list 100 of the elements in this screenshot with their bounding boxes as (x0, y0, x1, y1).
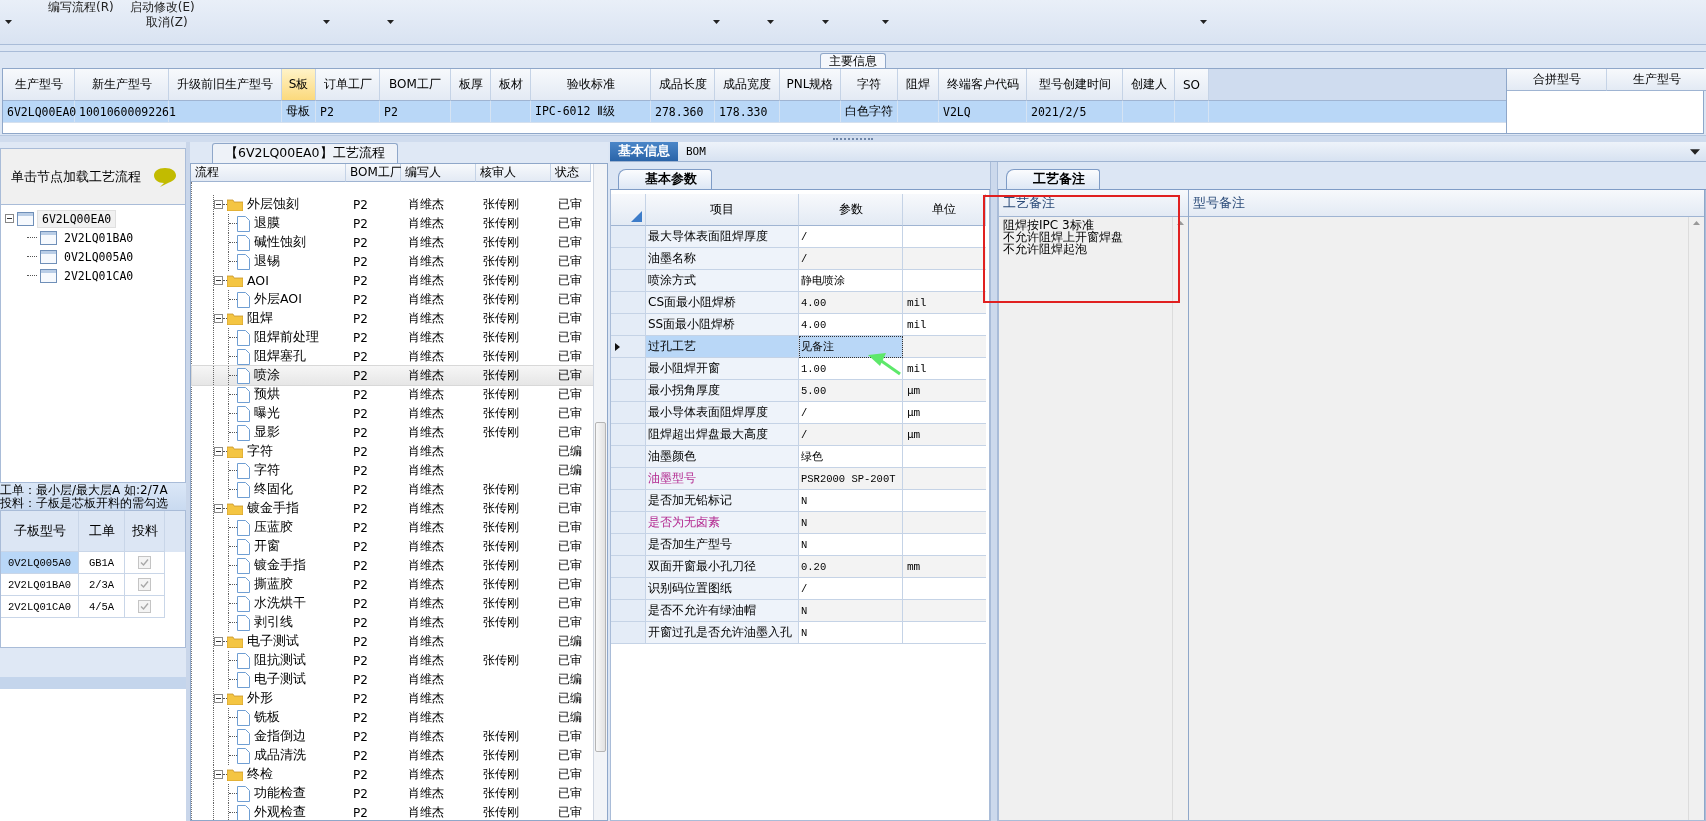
table-row[interactable]: 是否为无卤素 N (611, 512, 989, 534)
tree-row[interactable]: 功能检查 P2 肖维杰 张传刚 已审 (192, 784, 593, 803)
column-header[interactable]: 字符 (841, 69, 898, 101)
table-cell[interactable]: / (799, 424, 903, 446)
table-cell[interactable]: 2V2LQ01CA0 (1, 596, 79, 618)
tree-row[interactable]: 外观检查 P2 肖维杰 张传刚 已审 (192, 803, 593, 820)
table-row[interactable]: 最小导体表面阻焊厚度 / μm (611, 402, 989, 424)
collapse-icon[interactable] (214, 314, 223, 323)
tree-row[interactable]: 压蓝胶 P2 肖维杰 张传刚 已审 (192, 518, 593, 537)
table-cell[interactable]: / (799, 578, 903, 600)
tree-row[interactable]: AOI P2 肖维杰 张传刚 已审 (192, 271, 593, 290)
panel-tab[interactable]: 工艺备注 (1006, 169, 1100, 189)
table-row[interactable]: 是否加生产型号 N (611, 534, 989, 556)
panel-tab[interactable]: 【6V2LQ00EA0】工艺流程 (212, 143, 398, 163)
collapse-icon[interactable] (5, 214, 14, 223)
column-header[interactable]: 单位 (903, 194, 986, 226)
tree-row[interactable]: 镀金手指 P2 肖维杰 张传刚 已审 (192, 499, 593, 518)
table-row[interactable]: 6V2LQ00EA0 10010600092261 母板 P2 P2 IPC-6012 Ⅱ级 278.360 178.330 白色字符 V2LQ 2021/2/5 (3, 101, 1506, 123)
column-header[interactable]: S板 (282, 69, 316, 101)
checkbox[interactable] (138, 600, 151, 613)
tree-row[interactable]: 外层AOI P2 肖维杰 张传刚 已审 (192, 290, 593, 309)
table-row[interactable]: 最大导体表面阻焊厚度 / (611, 226, 989, 248)
tree-node[interactable]: 6V2LQ00EA0 (37, 209, 117, 228)
menu-item[interactable]: 启动修改(E) (129, 0, 195, 14)
column-header[interactable]: 生产型号 (3, 69, 75, 101)
tree-row[interactable]: 终固化 P2 肖维杰 张传刚 已审 (192, 480, 593, 499)
column-header[interactable]: 成品宽度 (715, 69, 780, 101)
column-header[interactable]: 参数 (799, 194, 903, 226)
table-cell[interactable]: N (799, 622, 903, 644)
tree-node[interactable]: 0V2LQ005A0 (60, 248, 138, 265)
tree-row[interactable]: 外形 P2 肖维杰 已编 (192, 689, 593, 708)
tree-row[interactable]: 阻焊前处理 P2 肖维杰 张传刚 已审 (192, 328, 593, 347)
table-cell[interactable]: 绿色 (799, 446, 903, 468)
collapse-icon[interactable] (214, 637, 223, 646)
table-row[interactable]: 识别码位置图纸 / (611, 578, 989, 600)
table-cell[interactable]: / (799, 402, 903, 424)
table-row[interactable]: 是否不允许有绿油帽 N (611, 600, 989, 622)
caret-icon[interactable] (822, 20, 829, 24)
column-header[interactable]: SO (1175, 69, 1209, 101)
collapse-icon[interactable] (214, 447, 223, 456)
table-cell[interactable]: / (799, 226, 903, 248)
caret-icon[interactable] (1690, 148, 1700, 155)
table-cell[interactable]: 5.00 (799, 380, 903, 402)
tree-row[interactable]: 退锡 P2 肖维杰 张传刚 已审 (192, 252, 593, 271)
table-cell[interactable]: N (799, 534, 903, 556)
tree-row[interactable]: 碱性蚀刻 P2 肖维杰 张传刚 已审 (192, 233, 593, 252)
table-cell[interactable]: 0V2LQ005A0 (1, 552, 79, 574)
tree-row[interactable]: 电子测试 P2 肖维杰 已编 (192, 632, 593, 651)
table-cell[interactable]: 4.00 (799, 292, 903, 314)
collapse-icon[interactable] (214, 770, 223, 779)
table-row[interactable]: CS面最小阻焊桥 4.00 mil (611, 292, 989, 314)
table-row[interactable]: 油墨型号 PSR2000 SP-200T (611, 468, 989, 490)
tree-row[interactable]: 铣板 P2 肖维杰 已编 (192, 708, 593, 727)
table-row[interactable]: 开窗过孔是否允许油墨入孔 N (611, 622, 989, 644)
tree-row[interactable]: 阻焊 P2 肖维杰 张传刚 已审 (192, 309, 593, 328)
table-row[interactable]: 是否加无铅标记 N (611, 490, 989, 512)
table-row[interactable]: 油墨颜色 绿色 (611, 446, 989, 468)
tree-row[interactable]: 预烘 P2 肖维杰 张传刚 已审 (192, 385, 593, 404)
column-header[interactable]: 流程 (191, 164, 346, 182)
column-header[interactable]: BOM工厂 (380, 69, 451, 101)
menu-item[interactable]: 编写流程(R) (48, 0, 114, 14)
panel-tab[interactable]: 基本参数 (618, 169, 712, 189)
collapse-icon[interactable] (214, 276, 223, 285)
column-header[interactable]: 项目 (646, 194, 799, 226)
table-cell[interactable]: 2V2LQ01BA0 (1, 574, 79, 596)
caret-icon[interactable] (5, 20, 12, 24)
caret-icon[interactable] (713, 20, 720, 24)
tree-row[interactable]: 开窗 P2 肖维杰 张传刚 已审 (192, 537, 593, 556)
column-header[interactable]: 状态 (551, 164, 591, 182)
column-header[interactable]: 工单 (79, 511, 125, 552)
tree-row[interactable]: 终检 P2 肖维杰 张传刚 已审 (192, 765, 593, 784)
tree-row[interactable]: 撕蓝胶 P2 肖维杰 张传刚 已审 (192, 575, 593, 594)
table-cell[interactable]: 见备注 (799, 336, 903, 358)
table-row[interactable]: 油墨名称 / (611, 248, 989, 270)
column-header[interactable]: PNL规格 (780, 69, 841, 101)
column-header[interactable]: 创建人 (1123, 69, 1175, 101)
table-cell[interactable]: 1.00 (799, 358, 903, 380)
collapse-icon[interactable] (214, 504, 223, 513)
table-row[interactable]: 双面开窗最小孔刀径 0.20 mm (611, 556, 989, 578)
tree-row[interactable]: 镀金手指 P2 肖维杰 张传刚 已审 (192, 556, 593, 575)
column-header[interactable]: 终端客户代码 (939, 69, 1027, 101)
tree-row[interactable]: 退膜 P2 肖维杰 张传刚 已审 (192, 214, 593, 233)
table-cell[interactable]: N (799, 512, 903, 534)
tree-row[interactable]: 剥引线 P2 肖维杰 张传刚 已审 (192, 613, 593, 632)
checkbox[interactable] (138, 556, 151, 569)
column-header[interactable]: 型号创建时间 (1027, 69, 1123, 101)
column-header[interactable]: 阻焊 (898, 69, 939, 101)
scroll-up-icon[interactable] (1177, 221, 1184, 225)
menu-item[interactable]: 取消(Z) (146, 13, 188, 31)
caret-icon[interactable] (387, 20, 394, 24)
column-header[interactable]: 核审人 (476, 164, 551, 182)
tree-row[interactable]: 金指倒边 P2 肖维杰 张传刚 已审 (192, 727, 593, 746)
table-row[interactable]: 最小阻焊开窗 1.00 mil (611, 358, 989, 380)
column-header[interactable]: 订单工厂 (316, 69, 380, 101)
table-row[interactable]: SS面最小阻焊桥 4.00 mil (611, 314, 989, 336)
caret-icon[interactable] (1200, 20, 1207, 24)
tree-row[interactable]: 显影 P2 肖维杰 张传刚 已审 (192, 423, 593, 442)
tree-row[interactable]: 字符 P2 肖维杰 已编 (192, 461, 593, 480)
tree-row[interactable]: 曝光 P2 肖维杰 张传刚 已审 (192, 404, 593, 423)
column-header[interactable]: 编写人 (401, 164, 476, 182)
